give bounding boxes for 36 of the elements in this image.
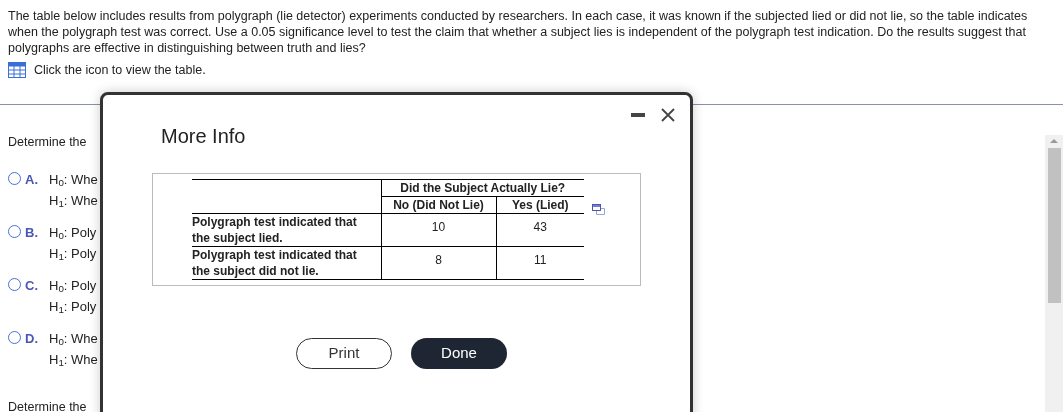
table-cell: 8	[381, 246, 496, 280]
table-cell: 11	[496, 246, 584, 280]
hypothesis-text: H$_{0}$: Whe	[49, 329, 98, 348]
hypothesis-text: H$_{1}$: Whe	[49, 192, 98, 211]
prompt-text: Determine the	[8, 133, 88, 151]
table-link-text[interactable]: Click the icon to view the table.	[34, 61, 206, 80]
done-button[interactable]: Done	[411, 338, 507, 369]
table-icon[interactable]	[8, 62, 26, 79]
table-cell: 43	[496, 213, 584, 247]
option-letter: A.	[25, 170, 39, 189]
popout-icon[interactable]	[592, 204, 605, 215]
hypothesis-text: H$_{1}$: Whe	[49, 351, 98, 370]
option-letter: B.	[25, 223, 39, 242]
print-button[interactable]: Print	[296, 338, 392, 369]
scrollbar[interactable]	[1045, 135, 1063, 412]
radio-button[interactable]	[8, 277, 21, 291]
column-header: Yes (Lied)	[496, 196, 584, 214]
row-label: Polygraph test indicated that the subject lied.	[192, 213, 381, 247]
row-label: Polygraph test indicated that the subject did not lie.	[192, 246, 381, 280]
question-text: The table below includes results from polygraph (lie detector) experiments conducted by researchers. In each case, it was known if the subjected lied or did not lie, so the table indicates when the polygraph test was correct. Use a 0.05 significance level to test the claim that whether a subject lies is independent of the polygraph test indication. Do the results suggest that polygraphs are effective in distinguishing between truth and lies?	[8, 8, 1029, 56]
column-header: No (Did Not Lie)	[381, 196, 496, 214]
radio-button[interactable]	[8, 224, 21, 238]
hypothesis-text: H$_{1}$: Poly	[49, 298, 97, 317]
hypothesis-text: H$_{1}$: Poly	[49, 245, 97, 264]
close-button[interactable]	[660, 107, 676, 123]
radio-button[interactable]	[8, 330, 21, 344]
prompt-text: Determine the	[8, 398, 88, 412]
option-letter: D.	[25, 329, 39, 348]
dialog-title: More Info	[161, 124, 246, 149]
hypothesis-text: H$_{0}$: Poly	[49, 223, 97, 242]
group-header: Did the Subject Actually Lie?	[381, 179, 584, 197]
option-letter: C.	[25, 276, 39, 295]
radio-button[interactable]	[8, 171, 21, 185]
hypothesis-text: H$_{0}$: Whe	[49, 170, 98, 189]
table-cell: 10	[381, 213, 496, 247]
hypothesis-text: H$_{0}$: Poly	[49, 276, 97, 295]
